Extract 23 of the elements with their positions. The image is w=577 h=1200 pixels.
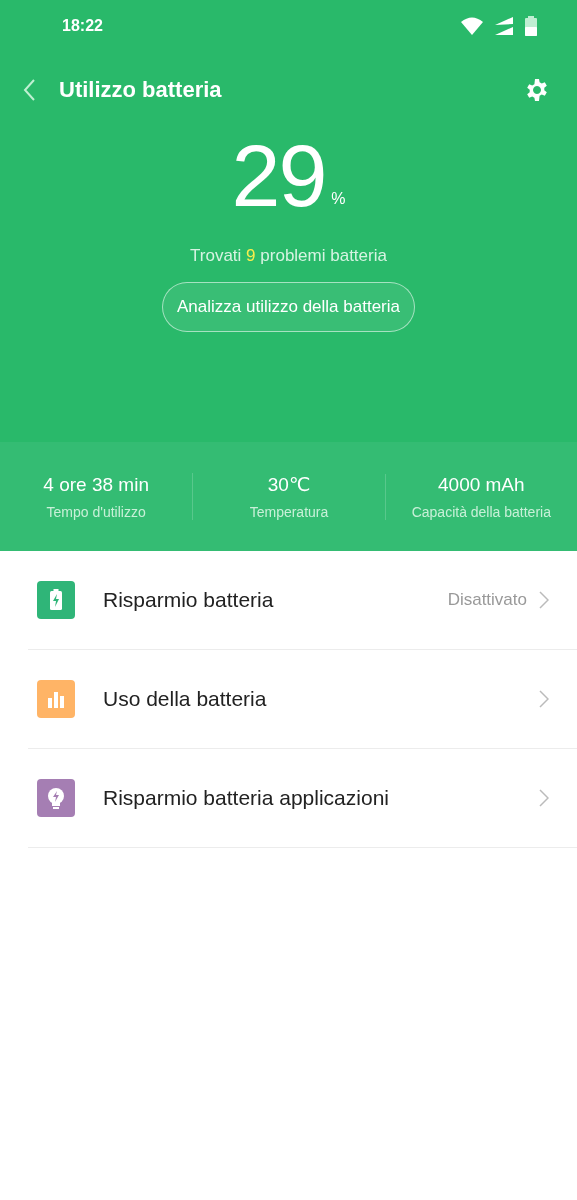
wifi-icon (461, 17, 483, 35)
chevron-icon[interactable] (539, 789, 549, 807)
stat-value: 30℃ (267, 473, 311, 496)
item-status: Disattivato (447, 590, 527, 610)
stat-label: Temperatura (249, 504, 329, 520)
back-icon[interactable] (22, 78, 38, 102)
stat-label: Capacità della batteria (411, 503, 551, 520)
issues-text: Trovati 9 problemi batteria (189, 246, 388, 266)
status-time: 18:22 (62, 17, 104, 35)
stat-value: 4000 mAh (438, 473, 525, 496)
chevron-icon[interactable] (539, 591, 549, 609)
percent-sign: % (331, 190, 346, 208)
menu-item[interactable]: Uso della batteria (103, 687, 539, 711)
settings-icon[interactable] (525, 78, 549, 102)
stat-label: Tempo d'utilizzo (46, 503, 146, 520)
menu-item[interactable]: Risparmio batteria (103, 588, 448, 612)
signal-icon (495, 17, 513, 35)
page-title: Utilizzo batteria (59, 77, 223, 103)
battery-icon (525, 16, 537, 36)
stat-value: 4 ore 38 min (43, 473, 149, 496)
battery-percent: 29 (231, 132, 326, 220)
menu-item[interactable]: Risparmio batteria applicazioni (103, 786, 539, 810)
chevron-icon[interactable] (539, 690, 549, 708)
